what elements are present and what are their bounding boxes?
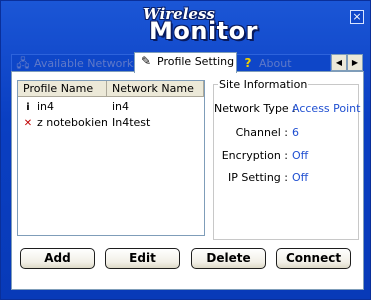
close-button[interactable]: × (350, 10, 364, 24)
profile-row[interactable]: ✕ z notebokiem In4test (18, 115, 204, 131)
arrow-left-icon: ◀ (335, 58, 343, 67)
network-name: In4test (112, 116, 151, 129)
field-label: Encryption : (221, 149, 288, 162)
field-label: Network Type : (214, 102, 296, 115)
logo-monitor: Monitor (149, 17, 258, 45)
network-icon: 🖧 (16, 56, 30, 70)
tab-available-networks[interactable]: 🖧 Available Networks (11, 54, 135, 72)
tab-profile-setting[interactable]: ✎ Profile Setting (134, 52, 237, 73)
tab-label: About (259, 57, 292, 70)
profile-setting-panel: Profile Name Network Name i in4 in4 ✕ z no… (11, 71, 364, 290)
title-area: Wireless Monitor × (1, 1, 371, 51)
pencil-icon: ✎ (140, 54, 152, 68)
field-value: Off (292, 171, 309, 184)
field-value: Off (292, 149, 309, 162)
help-icon: ? (244, 56, 252, 70)
column-header-profile-name[interactable]: Profile Name (18, 81, 107, 97)
profile-row[interactable]: i in4 in4 (18, 99, 204, 115)
tab-bar: 🖧 Available Networks ✎ Profile Setting ? Ab… (11, 52, 364, 73)
field-label: IP Setting : (228, 171, 288, 184)
site-information-legend: Site Information (218, 78, 309, 91)
tab-about[interactable]: ? About (236, 54, 331, 72)
edit-button[interactable]: Edit (105, 248, 180, 269)
tab-scroll-left-button[interactable]: ◀ (331, 54, 347, 71)
tab-scroll-right-button[interactable]: ▶ (347, 54, 363, 71)
arrow-right-icon: ▶ (351, 58, 359, 67)
profile-list-header: Profile Name Network Name (18, 81, 204, 97)
field-ip-setting: IP Setting : Off (214, 171, 360, 184)
field-value: 6 (292, 126, 299, 139)
disconnected-icon: ✕ (23, 118, 33, 129)
profile-name: in4 (37, 100, 55, 113)
tab-label: Available Networks (34, 57, 135, 70)
add-button[interactable]: Add (20, 248, 95, 269)
field-channel: Channel : 6 (214, 126, 360, 139)
site-information-group: Site Information Network Type : Access P… (213, 78, 360, 240)
field-label: Channel : (235, 126, 288, 139)
close-icon: × (352, 10, 362, 23)
field-encryption: Encryption : Off (214, 149, 360, 162)
info-icon: i (26, 102, 30, 113)
profile-name: z notebokiem (37, 116, 107, 129)
column-header-network-name[interactable]: Network Name (107, 81, 204, 97)
tab-label: Profile Setting (157, 55, 235, 68)
delete-button[interactable]: Delete (191, 248, 266, 269)
field-network-type: Network Type : Access Point (214, 102, 360, 115)
field-value: Access Point (292, 102, 361, 115)
app-window: Wireless Monitor × 🖧 Available Networks ✎… (0, 0, 371, 300)
connect-button[interactable]: Connect (276, 248, 351, 269)
network-name: in4 (112, 100, 130, 113)
profile-list[interactable]: Profile Name Network Name i in4 in4 ✕ z no… (17, 80, 205, 236)
